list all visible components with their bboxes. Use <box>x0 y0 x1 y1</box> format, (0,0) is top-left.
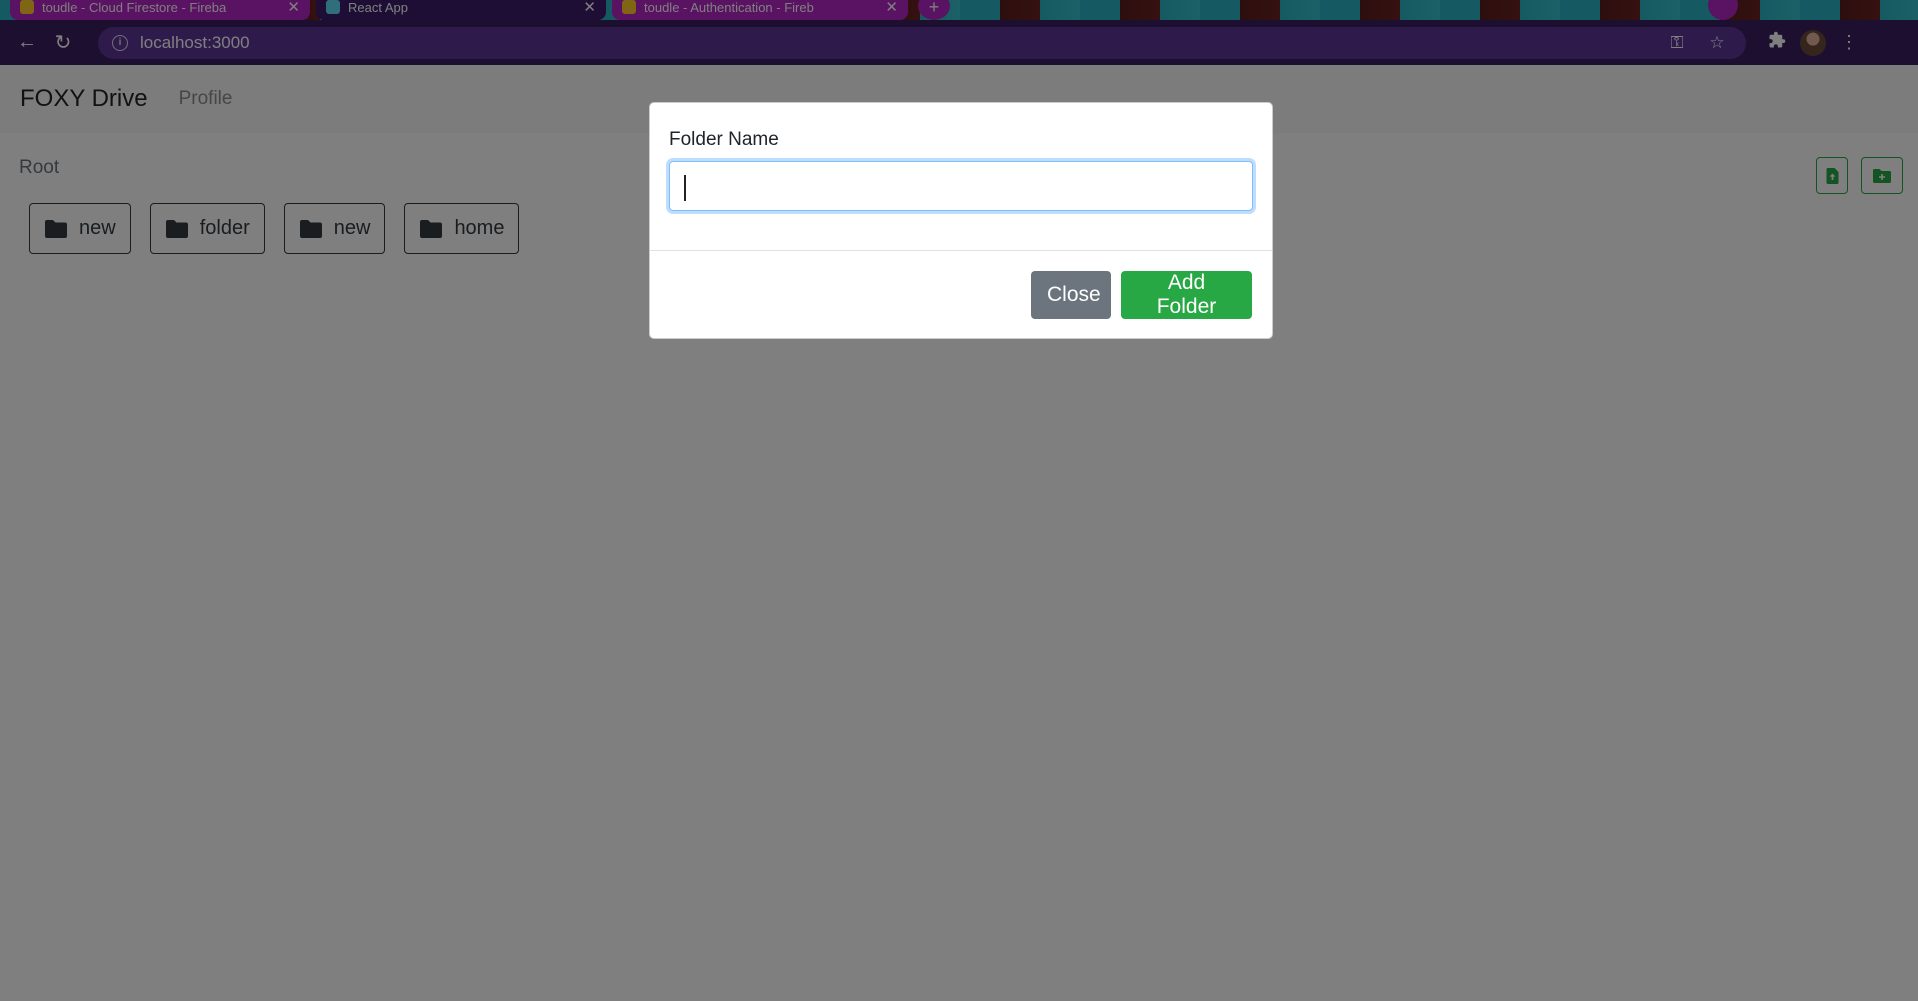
add-folder-modal: Folder Name Close Add Folder <box>649 102 1273 339</box>
folder-name-label: Folder Name <box>669 129 779 150</box>
add-folder-submit-button[interactable]: Add Folder <box>1121 271 1252 319</box>
folder-name-input[interactable] <box>669 161 1253 211</box>
text-caret <box>684 175 686 201</box>
modal-body: Folder Name <box>650 103 1272 251</box>
modal-footer: Close Add Folder <box>650 251 1272 319</box>
close-button[interactable]: Close <box>1031 271 1111 319</box>
